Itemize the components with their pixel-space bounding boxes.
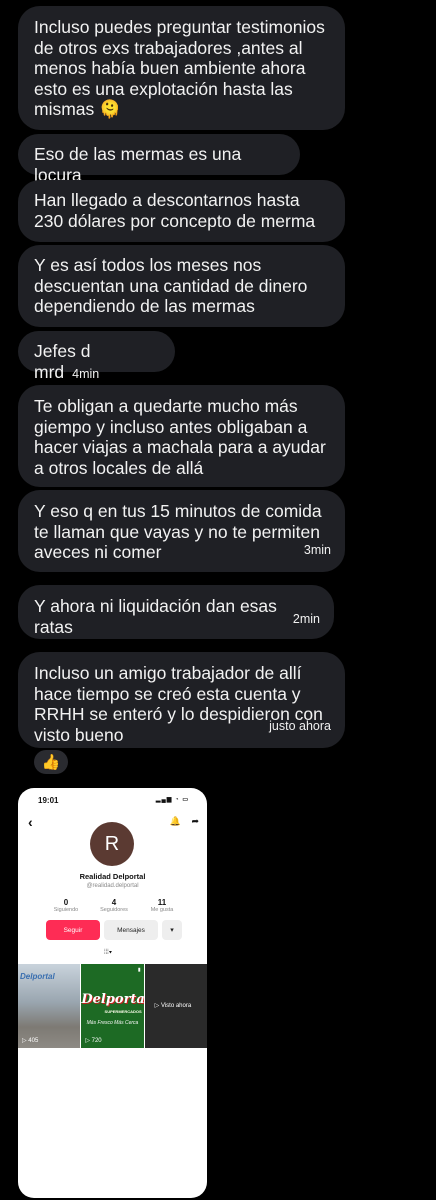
delportal-logo: Delportal bbox=[81, 992, 144, 1007]
seen-now-label: ▷ Visto ahora bbox=[154, 1003, 192, 1009]
message-bubble[interactable]: Han llegado a descontarnos hasta 230 dól… bbox=[18, 180, 345, 242]
view-count: ▷ 720 bbox=[85, 1038, 102, 1044]
profile-handle: @realidad.delportal bbox=[86, 883, 139, 889]
status-clock: 19:01 bbox=[38, 796, 59, 805]
logo-subtitle: SUPERMERCADOS bbox=[104, 1009, 142, 1014]
bell-icon[interactable]: 🔔 bbox=[170, 816, 181, 827]
message-bubble[interactable]: Y ahora ni liquidación dan esas ratas 2m… bbox=[18, 585, 334, 639]
video-thumbnail[interactable]: ▷ Visto ahora bbox=[144, 964, 207, 1048]
store-sign: Delportal bbox=[20, 972, 55, 981]
message-bubble[interactable]: Eso de las mermas es una locura bbox=[18, 134, 300, 185]
video-grid: Delportal ▷ 405 ▮ Delportal SUPERMERCADO… bbox=[18, 964, 207, 1048]
follow-button[interactable]: Seguir bbox=[46, 920, 100, 940]
more-button[interactable]: ▾ bbox=[162, 920, 182, 940]
message-text: Y ahora ni liquidación dan esas ratas bbox=[34, 596, 277, 637]
stat-label: Siguiendo bbox=[53, 907, 79, 913]
profile-actions: Seguir Mensajes ▾ bbox=[46, 920, 182, 940]
status-bar: 19:01 ▂▄▆ ◔ ▭ bbox=[38, 796, 189, 808]
messages-button[interactable]: Mensajes bbox=[104, 920, 158, 940]
message-time: 4min bbox=[72, 366, 100, 381]
message-bubble[interactable]: Incluso un amigo trabajador de allí hace… bbox=[18, 652, 345, 748]
thumbs-up-reaction[interactable]: 👍 bbox=[34, 750, 68, 774]
stat-following[interactable]: 0 Siguiendo bbox=[44, 898, 88, 913]
video-thumbnail[interactable]: ▮ Delportal SUPERMERCADOS Más Fresco Más… bbox=[81, 964, 144, 1048]
message-time: justo ahora bbox=[269, 718, 331, 733]
avatar: R bbox=[90, 822, 134, 866]
logo-tagline: Más Fresco Más Cerca bbox=[86, 1020, 139, 1026]
stat-label: Seguidores bbox=[100, 907, 128, 913]
grid-icon[interactable]: ⦙⦙⦙▾ bbox=[104, 949, 112, 957]
message-bubble[interactable]: Incluso puedes preguntar testimonios de … bbox=[18, 6, 345, 130]
message-text: Te obligan a quedarte mucho más giempo y… bbox=[34, 396, 326, 478]
share-icon[interactable]: ➦ bbox=[191, 816, 199, 827]
profile-stats: 0 Siguiendo 4 Seguidores 11 Me gusta bbox=[44, 898, 184, 913]
message-bubble[interactable]: Y eso q en tus 15 minutos de comida te l… bbox=[18, 490, 345, 572]
stat-value: 4 bbox=[111, 898, 117, 907]
stat-value: 0 bbox=[63, 898, 69, 907]
message-time: 3min bbox=[303, 542, 331, 557]
message-text: Eso de las mermas es una locura bbox=[34, 144, 242, 185]
message-bubble[interactable]: Te obligan a quedarte mucho más giempo y… bbox=[18, 385, 345, 487]
message-bubble[interactable]: Y es así todos los meses nos descuentan … bbox=[18, 245, 345, 327]
message-bubble[interactable]: Jefes d mrd 4min bbox=[18, 331, 175, 382]
message-text: Y es así todos los meses nos descuentan … bbox=[34, 255, 308, 316]
message-time: 2min bbox=[292, 611, 320, 626]
stat-followers[interactable]: 4 Seguidores bbox=[92, 898, 136, 913]
pin-icon: ▮ bbox=[137, 967, 141, 973]
stat-likes[interactable]: 11 Me gusta bbox=[140, 898, 184, 913]
stat-label: Me gusta bbox=[150, 907, 174, 913]
video-thumbnail[interactable]: Delportal ▷ 405 bbox=[18, 964, 81, 1048]
signal-wifi-battery-icon: ▂▄▆ ◔ ▭ bbox=[155, 797, 189, 803]
view-count: ▷ 405 bbox=[22, 1038, 39, 1044]
profile-name: Realidad Delportal bbox=[79, 872, 146, 881]
message-text: Y eso q en tus 15 minutos de comida te l… bbox=[34, 501, 322, 562]
message-text: Incluso puedes preguntar testimonios de … bbox=[34, 17, 325, 119]
back-icon[interactable]: ‹ bbox=[28, 814, 33, 830]
profile-screenshot-image[interactable]: 19:01 ▂▄▆ ◔ ▭ ‹ 🔔 ➦ R Realidad Delportal… bbox=[18, 788, 207, 1198]
stat-value: 11 bbox=[157, 898, 167, 907]
message-text: Han llegado a descontarnos hasta 230 dól… bbox=[34, 190, 316, 231]
